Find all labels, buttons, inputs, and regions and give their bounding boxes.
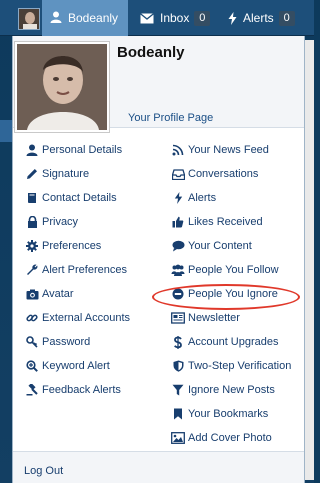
book-icon	[25, 191, 39, 205]
menu-item-personal-details[interactable]: Personal Details	[25, 140, 122, 160]
menu-item-label: Conversations	[188, 168, 259, 180]
menu-item-ignore-new-posts[interactable]: Ignore New Posts	[171, 380, 275, 400]
gear-icon	[25, 239, 39, 253]
menu-item-label: Two-Step Verification	[188, 360, 292, 372]
dropdown-header: Bodeanly Your Profile Page	[13, 36, 304, 132]
menu-item-signature[interactable]: Signature	[25, 164, 89, 184]
menu-item-your-content[interactable]: Your Content	[171, 236, 252, 256]
shield-icon	[171, 359, 185, 373]
newspaper-icon	[171, 311, 185, 325]
menu-item-label: Newsletter	[188, 312, 240, 324]
bookmark-icon	[171, 407, 185, 421]
bolt-icon	[228, 11, 237, 25]
user-icon	[50, 11, 62, 26]
menu-item-label: Signature	[42, 168, 90, 180]
menu-item-label: People You Ignore	[188, 288, 278, 300]
menu-item-label: Your Bookmarks	[188, 408, 269, 420]
avatar-thumbnail-icon	[19, 9, 39, 29]
inbox-tab[interactable]: Inbox 0	[138, 0, 211, 36]
dropdown-username: Bodeanly	[117, 44, 185, 61]
menu-item-your-news-feed[interactable]: Your News Feed	[171, 140, 269, 160]
profile-photo[interactable]	[15, 42, 109, 132]
logout-link[interactable]: Log Out	[24, 465, 63, 477]
inbox-icon	[171, 167, 185, 181]
profile-page-link[interactable]: Your Profile Page	[128, 112, 213, 124]
alerts-label: Alerts	[243, 11, 274, 25]
filter-icon	[171, 383, 185, 397]
user-menu-tab[interactable]: Bodeanly	[42, 0, 128, 36]
menu-item-alert-preferences[interactable]: Alert Preferences	[25, 260, 127, 280]
menu-item-label: Your Content	[188, 240, 252, 252]
menu-item-label: Password	[42, 336, 91, 348]
background-strip	[0, 120, 12, 142]
search-plus-icon	[25, 359, 39, 373]
envelope-icon	[140, 12, 154, 24]
key-icon	[25, 335, 39, 349]
menu-item-label: Avatar	[42, 288, 74, 300]
image-icon	[171, 431, 185, 445]
menu-item-label: Feedback Alerts	[42, 384, 121, 396]
menu-item-privacy[interactable]: Privacy	[25, 212, 78, 232]
menu-item-label: External Accounts	[42, 312, 131, 324]
menu-item-people-you-follow[interactable]: People You Follow	[171, 260, 279, 280]
menu-item-label: Account Upgrades	[188, 336, 279, 348]
alerts-count-badge: 0	[278, 10, 295, 26]
menu-item-label: Ignore New Posts	[188, 384, 275, 396]
inbox-count-badge: 0	[194, 10, 211, 26]
menu-item-label: Contact Details	[42, 192, 117, 204]
menu-item-contact-details[interactable]: Contact Details	[25, 188, 117, 208]
inbox-label: Inbox	[160, 11, 190, 25]
menu-item-alerts[interactable]: Alerts	[171, 188, 216, 208]
menu-item-password[interactable]: Password	[25, 332, 90, 352]
menu-item-label: Alerts	[188, 192, 217, 204]
link-icon	[25, 311, 39, 325]
bolt-icon	[171, 191, 185, 205]
dollar-icon	[171, 335, 185, 349]
menu-item-external-accounts[interactable]: External Accounts	[25, 308, 130, 328]
menu-item-avatar[interactable]: Avatar	[25, 284, 74, 304]
menu-item-label: Keyword Alert	[42, 360, 110, 372]
pencil-icon	[25, 167, 39, 181]
comments-icon	[171, 239, 185, 253]
menu-item-people-you-ignore[interactable]: People You Ignore	[171, 284, 278, 304]
menu-item-keyword-alert[interactable]: Keyword Alert	[25, 356, 110, 376]
menu-item-label: Your News Feed	[188, 144, 269, 156]
menu-item-label: Likes Received	[188, 216, 263, 228]
menu-item-conversations[interactable]: Conversations	[171, 164, 258, 184]
menu-item-label: Personal Details	[42, 144, 123, 156]
thumbs-up-icon	[171, 215, 185, 229]
lock-icon	[25, 215, 39, 229]
users-icon	[171, 263, 185, 277]
camera-icon	[25, 287, 39, 301]
profile-photo-image	[17, 44, 107, 130]
menu-item-feedback-alerts[interactable]: Feedback Alerts	[25, 380, 121, 400]
wrench-icon	[25, 263, 39, 277]
menu-item-likes-received[interactable]: Likes Received	[171, 212, 263, 232]
menu-item-label: Add Cover Photo	[188, 432, 272, 444]
menu-item-label: Privacy	[42, 216, 79, 228]
menu-item-two-step-verification[interactable]: Two-Step Verification	[171, 356, 291, 376]
menu-item-newsletter[interactable]: Newsletter	[171, 308, 240, 328]
alerts-tab[interactable]: Alerts 0	[228, 0, 295, 36]
menu-item-add-cover-photo[interactable]: Add Cover Photo	[171, 428, 272, 448]
minus-circle-icon	[171, 287, 185, 301]
gavel-icon	[25, 383, 39, 397]
menu-item-label: Alert Preferences	[42, 264, 127, 276]
page: Bodeanly Inbox 0 Alerts 0 Bodeanly Your …	[0, 0, 314, 483]
account-dropdown-menu: Bodeanly Your Profile Page Personal Deta…	[12, 36, 305, 483]
menu-item-account-upgrades[interactable]: Account Upgrades	[171, 332, 279, 352]
menu-item-your-bookmarks[interactable]: Your Bookmarks	[171, 404, 268, 424]
nav-avatar[interactable]	[18, 8, 40, 30]
user-icon	[25, 143, 39, 157]
top-navigation-bar: Bodeanly Inbox 0 Alerts 0	[0, 0, 314, 36]
menu-item-label: Preferences	[42, 240, 102, 252]
dropdown-footer: Log Out	[13, 451, 304, 483]
user-menu-name: Bodeanly	[68, 11, 119, 25]
menu-item-label: People You Follow	[188, 264, 279, 276]
background-panel	[304, 40, 314, 480]
rss-icon	[171, 143, 185, 157]
menu-item-preferences[interactable]: Preferences	[25, 236, 101, 256]
